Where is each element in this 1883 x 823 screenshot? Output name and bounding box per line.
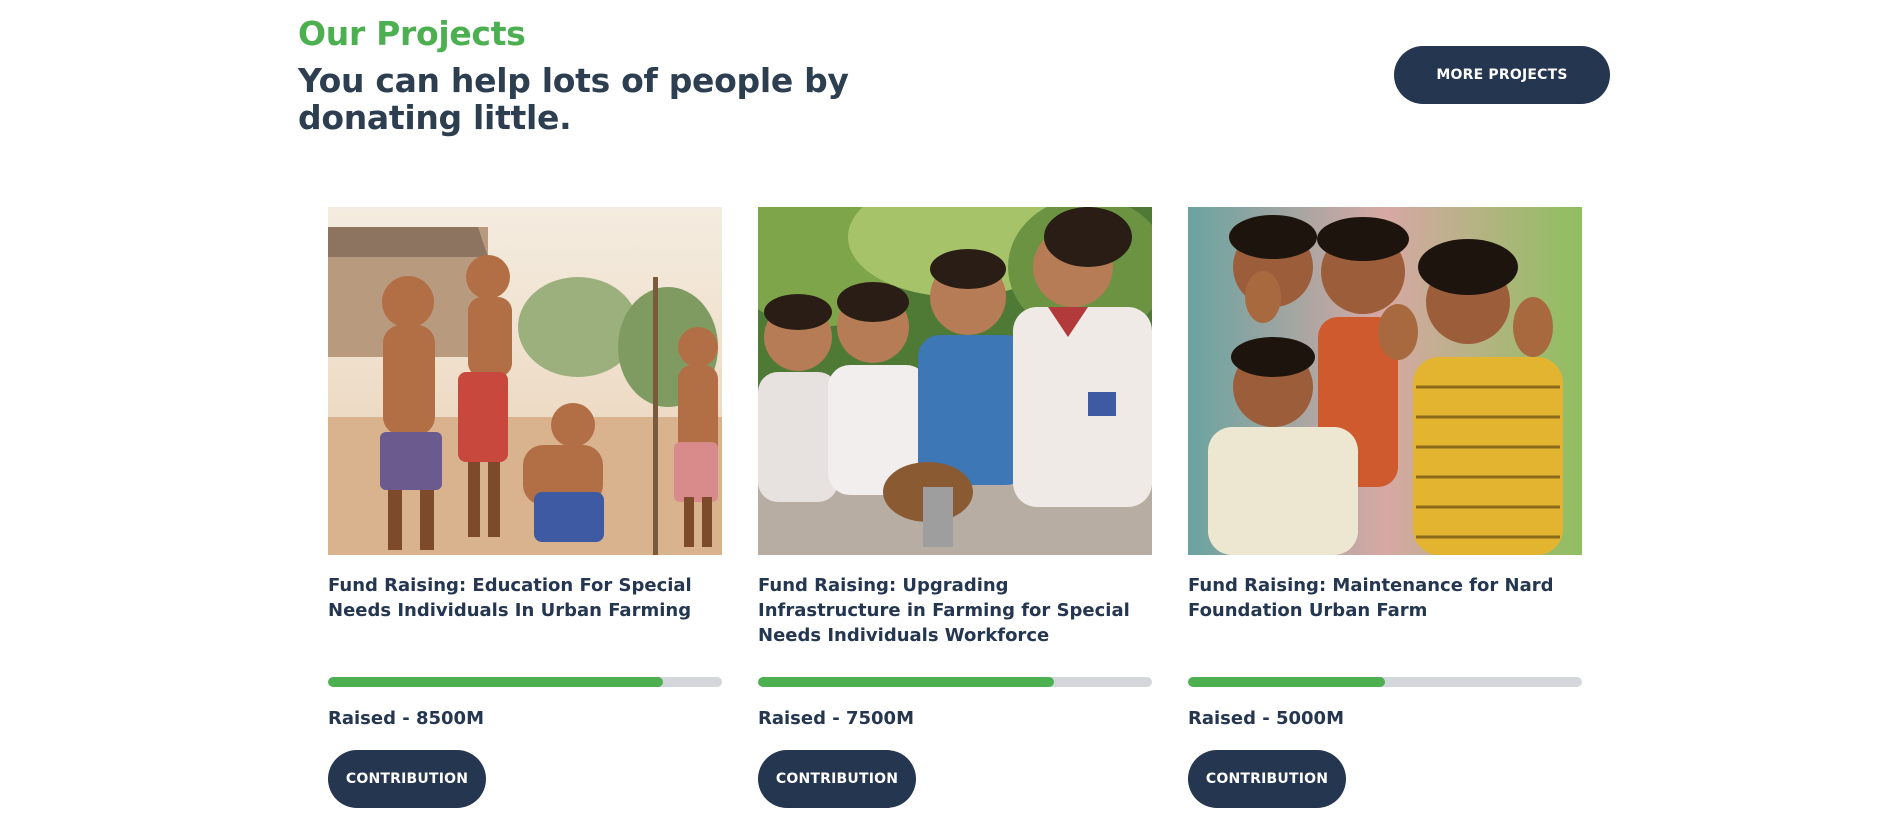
section-kicker: Our Projects — [298, 14, 526, 53]
progress-fill — [328, 677, 663, 687]
project-title[interactable]: Fund Raising: Upgrading Infrastructure i… — [758, 573, 1152, 677]
progress-fill — [758, 677, 1054, 687]
raised-amount: Raised - 8500M — [328, 708, 484, 729]
project-card: Fund Raising: Maintenance for Nard Found… — [1188, 207, 1582, 808]
progress-bar — [1188, 677, 1582, 687]
project-card: Fund Raising: Education For Special Need… — [328, 207, 722, 808]
children-photo-icon — [758, 207, 1152, 555]
progress-bar — [758, 677, 1152, 687]
contribution-button[interactable]: CONTRIBUTION — [328, 750, 486, 808]
progress-fill — [1188, 677, 1385, 687]
progress-bar — [328, 677, 722, 687]
children-photo-icon — [1188, 207, 1582, 555]
more-projects-button[interactable]: MORE PROJECTS — [1394, 46, 1610, 104]
contribution-button[interactable]: CONTRIBUTION — [1188, 750, 1346, 808]
project-card: Fund Raising: Upgrading Infrastructure i… — [758, 207, 1152, 808]
project-photo[interactable] — [758, 207, 1152, 555]
contribution-button[interactable]: CONTRIBUTION — [758, 750, 916, 808]
project-photo[interactable] — [328, 207, 722, 555]
raised-amount: Raised - 7500M — [758, 708, 914, 729]
section-heading: You can help lots of people by donating … — [298, 61, 849, 137]
project-title[interactable]: Fund Raising: Maintenance for Nard Found… — [1188, 573, 1582, 677]
raised-amount: Raised - 5000M — [1188, 708, 1344, 729]
project-title[interactable]: Fund Raising: Education For Special Need… — [328, 573, 722, 677]
projects-section: Our Projects You can help lots of people… — [0, 0, 1883, 823]
project-photo[interactable] — [1188, 207, 1582, 555]
children-photo-icon — [328, 207, 722, 555]
